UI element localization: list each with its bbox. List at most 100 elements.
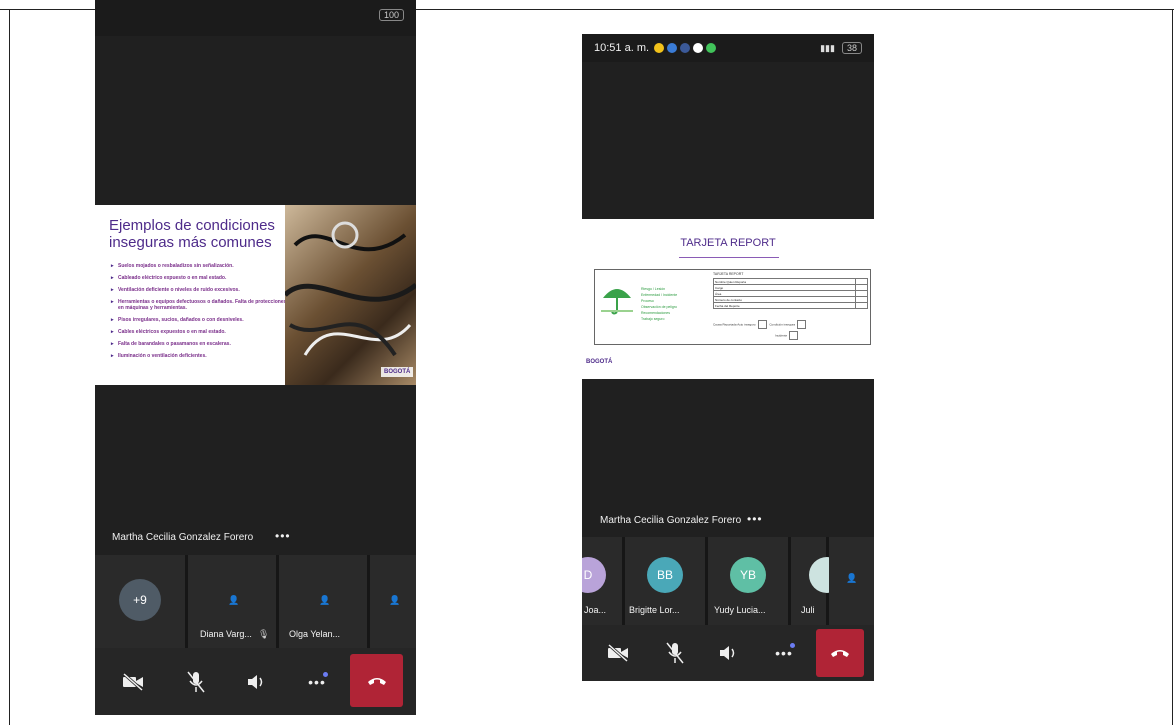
avatar: D <box>582 557 606 593</box>
mic-off-button[interactable] <box>659 637 691 669</box>
form-category-list: Riesgo / Lesión Enfermedad / Incidente P… <box>641 286 677 322</box>
status-right: 100 <box>378 9 404 21</box>
frame-left-border <box>9 9 10 725</box>
slide-bullet: Ventilación deficiente o niveles de ruid… <box>111 287 291 293</box>
hang-up-icon <box>831 650 849 657</box>
form-header: TARJETA REPORT <box>713 272 744 276</box>
status-bar: 100 <box>95 0 416 36</box>
participant-tile[interactable]: 👤 Diana Varg... 🎙 <box>188 555 276 648</box>
participant-tile[interactable]: 👤 <box>370 555 416 648</box>
more-options-button[interactable]: ••• <box>301 666 333 698</box>
participant-tile[interactable]: YB Yudy Lucia... <box>708 537 788 625</box>
form-row-label: Fecha del Reporte <box>713 302 856 309</box>
participant-name: Juli <box>801 605 815 615</box>
person-icon: 👤 <box>846 573 858 583</box>
status-right: ▮▮▮ 38 <box>820 42 862 54</box>
camera-off-icon <box>608 644 628 662</box>
whatsapp-icon <box>706 43 716 53</box>
speaker-more-button[interactable]: ••• <box>275 529 291 543</box>
slide-bullet: Iluminación o ventilación deficientes. <box>111 353 291 359</box>
form-row-value <box>854 302 869 309</box>
slide-bullet-list: Suelos mojados o resbaladizos sin señali… <box>111 263 291 365</box>
participant-tile[interactable]: 👤 Olga Yelan... <box>279 555 367 648</box>
facebook-icon <box>680 43 690 53</box>
participant-overflow-tile[interactable]: +9 <box>95 555 185 648</box>
person-icon: 👤 <box>319 595 331 605</box>
camera-off-button[interactable] <box>117 666 149 698</box>
notification-icon <box>654 43 664 53</box>
participant-tile[interactable]: D Joa... <box>582 537 622 625</box>
speaker-icon <box>720 646 735 660</box>
battery-icon: 38 <box>841 42 862 54</box>
phone-screenshot-left: 100 Ejemplos de condiciones inseguras má… <box>95 0 416 715</box>
participant-tile[interactable]: Juli <box>791 537 845 625</box>
checkbox <box>789 331 799 340</box>
participant-name: Yudy Lucia... <box>714 605 766 615</box>
checkbox <box>757 320 767 329</box>
call-control-bar: ••• <box>582 625 874 681</box>
participant-name: Joa... <box>584 605 607 615</box>
check-option: Condición insegura <box>769 322 796 327</box>
battery-icon: 100 <box>378 9 404 21</box>
report-form: Riesgo / Lesión Enfermedad / Incidente P… <box>594 269 871 345</box>
participant-name: Olga Yelan... <box>289 629 341 639</box>
avatar: YB <box>730 557 766 593</box>
end-call-button[interactable] <box>816 629 864 677</box>
form-check-row: Causa Reportada Acto inseguro Condición … <box>713 320 808 329</box>
slide-bullet: Cableado eléctrico expuesto o en mal est… <box>111 275 291 281</box>
check-label: Causa Reportada <box>713 322 737 327</box>
participant-tile[interactable]: 👤 <box>829 537 874 625</box>
slide-title: TARJETA REPORT <box>680 237 776 249</box>
notification-icon <box>693 43 703 53</box>
phone-screenshot-right: 10:51 a. m. ▮▮▮ 38 TARJETA REPORT Riesgo… <box>582 34 874 681</box>
checkbox <box>797 320 807 329</box>
status-time: 10:51 a. m. <box>594 42 650 54</box>
signal-icon: ▮▮▮ <box>820 43 835 53</box>
status-bar: 10:51 a. m. ▮▮▮ 38 <box>582 34 874 62</box>
end-call-button[interactable] <box>350 654 403 707</box>
participant-name: Brigitte Lor... <box>629 605 680 615</box>
notification-dot <box>323 672 328 677</box>
slide-bullet: Cables eléctricos expuestos o en mal est… <box>111 329 291 335</box>
speaker-button[interactable] <box>713 637 745 669</box>
title-underline <box>679 257 779 258</box>
speaker-icon <box>248 675 263 689</box>
participant-strip: +9 👤 Diana Varg... 🎙 👤 Olga Yelan... 👤 <box>95 555 416 648</box>
speaker-button[interactable] <box>241 666 273 698</box>
mic-off-button[interactable] <box>180 666 212 698</box>
speaker-name: Martha Cecilia Gonzalez Forero <box>600 515 742 526</box>
mic-off-icon: 🎙 <box>258 629 270 639</box>
avatar: BB <box>647 557 683 593</box>
shared-slide: TARJETA REPORT Riesgo / Lesión Enfermeda… <box>582 219 874 379</box>
participant-name: Diana Varg... <box>200 629 252 639</box>
person-icon: 👤 <box>228 595 240 605</box>
camera-off-icon <box>123 673 143 691</box>
slide-bullet: Herramientas o equipos defectuosos o dañ… <box>111 299 291 311</box>
notification-dot <box>790 643 795 648</box>
camera-off-button[interactable] <box>602 637 634 669</box>
notification-icons <box>654 43 716 53</box>
form-category: Trabajo seguro <box>641 317 665 321</box>
check-option: Incidente <box>775 333 788 338</box>
form-check-row: Incidente <box>775 331 800 340</box>
speaker-name: Martha Cecilia Gonzalez Forero <box>112 532 254 543</box>
form-table: Nombre Quien Reporta Cargo Área Número d… <box>713 278 869 309</box>
overflow-count: +9 <box>119 579 161 621</box>
mic-off-icon <box>187 671 205 693</box>
notification-icon <box>667 43 677 53</box>
more-options-button[interactable]: ••• <box>768 637 800 669</box>
participant-strip: D Joa... BB Brigitte Lor... YB Yudy Luci… <box>582 537 874 625</box>
bogota-logo: BOGOTÁ <box>586 359 613 365</box>
speaker-more-button[interactable]: ••• <box>747 512 763 526</box>
mic-off-icon <box>666 642 684 664</box>
shared-slide: Ejemplos de condiciones inseguras más co… <box>95 205 416 385</box>
bogota-logo: BOGOTÁ <box>381 367 414 377</box>
call-control-bar: ••• <box>95 648 416 715</box>
check-option: Acto inseguro <box>737 322 756 327</box>
slide-bullet: Pisos irregulares, sucios, dañados o con… <box>111 317 291 323</box>
participant-tile[interactable]: BB Brigitte Lor... <box>625 537 705 625</box>
frame-right-border <box>1172 9 1173 725</box>
cables-photo <box>285 205 416 385</box>
person-icon: 👤 <box>389 595 401 605</box>
slide-bullet: Suelos mojados o resbaladizos sin señali… <box>111 263 291 269</box>
